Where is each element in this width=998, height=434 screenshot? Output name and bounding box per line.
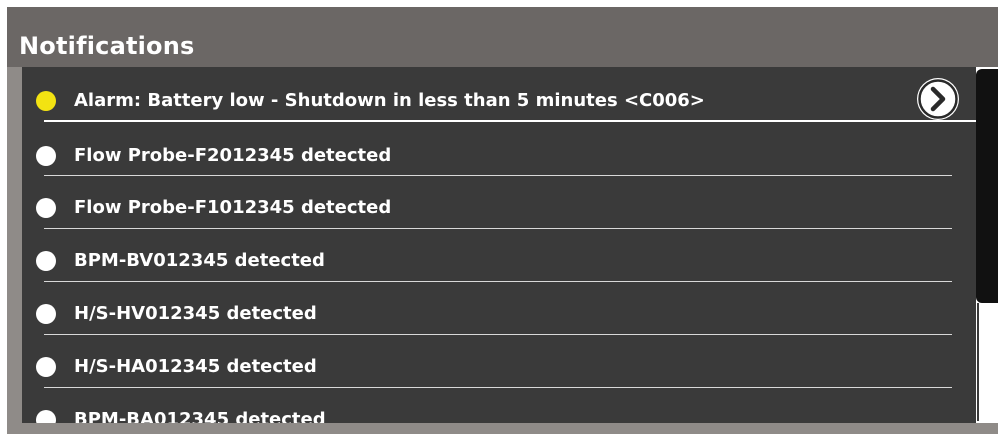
notification-list: Alarm: Battery low - Shutdown in less th… (22, 67, 976, 423)
notification-item[interactable]: BPM-BV012345 detected (22, 229, 976, 282)
frame-bottom-border (7, 423, 998, 434)
notifications-screen: Notifications Alarm: Battery low - Shutd… (0, 0, 998, 434)
info-indicator-dot-icon (36, 198, 56, 218)
scrollbar-edge (977, 303, 979, 421)
notification-label: H/S-HV012345 detected (74, 303, 317, 324)
notification-label: H/S-HA012345 detected (74, 356, 317, 377)
notification-item[interactable]: Flow Probe-F1012345 detected (22, 176, 976, 229)
notification-label: Flow Probe-F1012345 detected (74, 197, 392, 218)
frame-left-border (7, 67, 22, 423)
info-indicator-dot-icon (36, 304, 56, 324)
info-indicator-dot-icon (36, 146, 56, 166)
notification-label: BPM-BV012345 detected (74, 250, 325, 271)
notifications-header: Notifications (7, 7, 998, 67)
notification-item[interactable]: Flow Probe-F2012345 detected (22, 122, 976, 175)
page-title: Notifications (19, 32, 195, 60)
notification-item[interactable]: BPM-BA012345 detected (22, 388, 976, 423)
notification-item[interactable]: H/S-HV012345 detected (22, 282, 976, 335)
notification-label: BPM-BA012345 detected (74, 409, 326, 423)
scrollbar-thumb[interactable] (976, 69, 998, 303)
chevron-right-icon (918, 79, 958, 119)
notification-label: Alarm: Battery low - Shutdown in less th… (74, 90, 705, 111)
alarm-indicator-dot-icon (36, 91, 56, 111)
notification-label: Flow Probe-F2012345 detected (74, 145, 392, 166)
info-indicator-dot-icon (36, 410, 56, 423)
next-detail-button[interactable] (917, 78, 959, 120)
notification-item[interactable]: H/S-HA012345 detected (22, 335, 976, 388)
notification-item-alarm[interactable]: Alarm: Battery low - Shutdown in less th… (22, 67, 976, 120)
info-indicator-dot-icon (36, 251, 56, 271)
info-indicator-dot-icon (36, 357, 56, 377)
